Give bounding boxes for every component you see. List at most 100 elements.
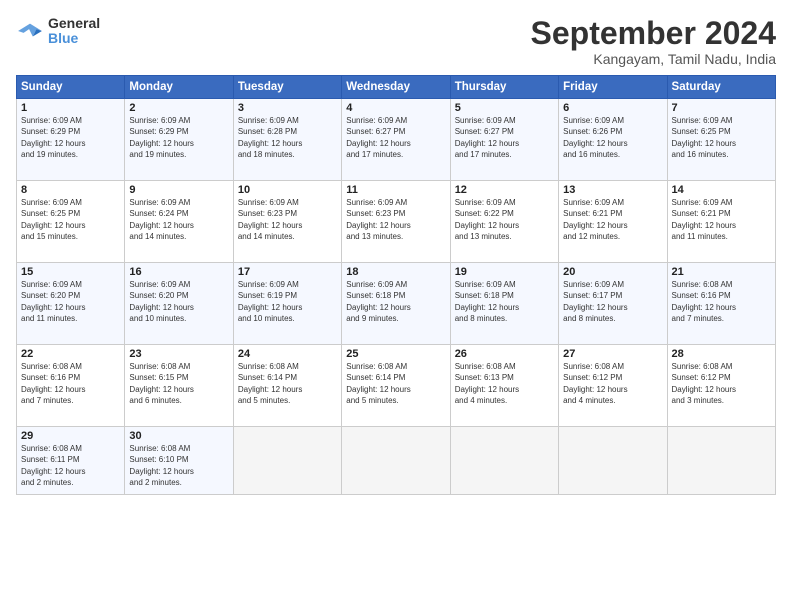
calendar-cell: 7Sunrise: 6:09 AM Sunset: 6:25 PM Daylig… bbox=[667, 99, 775, 181]
day-info: Sunrise: 6:08 AM Sunset: 6:11 PM Dayligh… bbox=[21, 443, 120, 488]
day-info: Sunrise: 6:09 AM Sunset: 6:18 PM Dayligh… bbox=[346, 279, 445, 324]
day-number: 14 bbox=[672, 184, 771, 196]
week-row-1: 1Sunrise: 6:09 AM Sunset: 6:29 PM Daylig… bbox=[17, 99, 776, 181]
day-info: Sunrise: 6:08 AM Sunset: 6:10 PM Dayligh… bbox=[129, 443, 228, 488]
day-number: 16 bbox=[129, 266, 228, 278]
day-info: Sunrise: 6:09 AM Sunset: 6:21 PM Dayligh… bbox=[672, 197, 771, 242]
day-number: 7 bbox=[672, 102, 771, 114]
logo-icon bbox=[16, 20, 44, 42]
calendar-cell: 2Sunrise: 6:09 AM Sunset: 6:29 PM Daylig… bbox=[125, 99, 233, 181]
day-info: Sunrise: 6:09 AM Sunset: 6:24 PM Dayligh… bbox=[129, 197, 228, 242]
day-info: Sunrise: 6:09 AM Sunset: 6:17 PM Dayligh… bbox=[563, 279, 662, 324]
day-info: Sunrise: 6:08 AM Sunset: 6:16 PM Dayligh… bbox=[672, 279, 771, 324]
day-number: 12 bbox=[455, 184, 554, 196]
col-header-friday: Friday bbox=[559, 76, 667, 99]
day-info: Sunrise: 6:09 AM Sunset: 6:23 PM Dayligh… bbox=[346, 197, 445, 242]
calendar-cell bbox=[342, 427, 450, 495]
day-info: Sunrise: 6:09 AM Sunset: 6:28 PM Dayligh… bbox=[238, 115, 337, 160]
day-info: Sunrise: 6:08 AM Sunset: 6:12 PM Dayligh… bbox=[563, 361, 662, 406]
calendar-cell: 26Sunrise: 6:08 AM Sunset: 6:13 PM Dayli… bbox=[450, 345, 558, 427]
calendar-cell: 20Sunrise: 6:09 AM Sunset: 6:17 PM Dayli… bbox=[559, 263, 667, 345]
day-info: Sunrise: 6:08 AM Sunset: 6:14 PM Dayligh… bbox=[346, 361, 445, 406]
calendar-cell: 29Sunrise: 6:08 AM Sunset: 6:11 PM Dayli… bbox=[17, 427, 125, 495]
day-info: Sunrise: 6:09 AM Sunset: 6:20 PM Dayligh… bbox=[129, 279, 228, 324]
day-number: 25 bbox=[346, 348, 445, 360]
day-info: Sunrise: 6:09 AM Sunset: 6:27 PM Dayligh… bbox=[455, 115, 554, 160]
calendar-cell: 1Sunrise: 6:09 AM Sunset: 6:29 PM Daylig… bbox=[17, 99, 125, 181]
day-info: Sunrise: 6:09 AM Sunset: 6:25 PM Dayligh… bbox=[672, 115, 771, 160]
day-number: 4 bbox=[346, 102, 445, 114]
week-row-3: 15Sunrise: 6:09 AM Sunset: 6:20 PM Dayli… bbox=[17, 263, 776, 345]
day-number: 19 bbox=[455, 266, 554, 278]
col-header-tuesday: Tuesday bbox=[233, 76, 341, 99]
title-block: September 2024 Kangayam, Tamil Nadu, Ind… bbox=[531, 16, 776, 67]
calendar-cell: 25Sunrise: 6:08 AM Sunset: 6:14 PM Dayli… bbox=[342, 345, 450, 427]
day-number: 24 bbox=[238, 348, 337, 360]
month-title: September 2024 bbox=[531, 16, 776, 51]
day-info: Sunrise: 6:09 AM Sunset: 6:21 PM Dayligh… bbox=[563, 197, 662, 242]
calendar-cell: 16Sunrise: 6:09 AM Sunset: 6:20 PM Dayli… bbox=[125, 263, 233, 345]
day-number: 5 bbox=[455, 102, 554, 114]
calendar-cell: 21Sunrise: 6:08 AM Sunset: 6:16 PM Dayli… bbox=[667, 263, 775, 345]
logo-text-line1: General bbox=[48, 16, 100, 31]
header-row: SundayMondayTuesdayWednesdayThursdayFrid… bbox=[17, 76, 776, 99]
calendar-cell: 11Sunrise: 6:09 AM Sunset: 6:23 PM Dayli… bbox=[342, 181, 450, 263]
day-number: 15 bbox=[21, 266, 120, 278]
day-number: 11 bbox=[346, 184, 445, 196]
day-number: 10 bbox=[238, 184, 337, 196]
day-number: 8 bbox=[21, 184, 120, 196]
calendar-cell: 24Sunrise: 6:08 AM Sunset: 6:14 PM Dayli… bbox=[233, 345, 341, 427]
day-number: 26 bbox=[455, 348, 554, 360]
week-row-5: 29Sunrise: 6:08 AM Sunset: 6:11 PM Dayli… bbox=[17, 427, 776, 495]
day-info: Sunrise: 6:09 AM Sunset: 6:22 PM Dayligh… bbox=[455, 197, 554, 242]
calendar-cell: 23Sunrise: 6:08 AM Sunset: 6:15 PM Dayli… bbox=[125, 345, 233, 427]
page: General Blue September 2024 Kangayam, Ta… bbox=[0, 0, 792, 612]
location-subtitle: Kangayam, Tamil Nadu, India bbox=[531, 51, 776, 67]
calendar-cell bbox=[233, 427, 341, 495]
col-header-sunday: Sunday bbox=[17, 76, 125, 99]
day-number: 22 bbox=[21, 348, 120, 360]
calendar-cell bbox=[559, 427, 667, 495]
logo-text-line2: Blue bbox=[48, 31, 100, 46]
day-number: 2 bbox=[129, 102, 228, 114]
day-number: 18 bbox=[346, 266, 445, 278]
calendar-cell: 14Sunrise: 6:09 AM Sunset: 6:21 PM Dayli… bbox=[667, 181, 775, 263]
day-number: 28 bbox=[672, 348, 771, 360]
calendar-cell: 17Sunrise: 6:09 AM Sunset: 6:19 PM Dayli… bbox=[233, 263, 341, 345]
calendar-cell: 18Sunrise: 6:09 AM Sunset: 6:18 PM Dayli… bbox=[342, 263, 450, 345]
calendar-cell: 22Sunrise: 6:08 AM Sunset: 6:16 PM Dayli… bbox=[17, 345, 125, 427]
calendar-table: SundayMondayTuesdayWednesdayThursdayFrid… bbox=[16, 75, 776, 495]
day-number: 17 bbox=[238, 266, 337, 278]
day-number: 6 bbox=[563, 102, 662, 114]
day-number: 9 bbox=[129, 184, 228, 196]
calendar-cell: 4Sunrise: 6:09 AM Sunset: 6:27 PM Daylig… bbox=[342, 99, 450, 181]
col-header-wednesday: Wednesday bbox=[342, 76, 450, 99]
day-info: Sunrise: 6:09 AM Sunset: 6:20 PM Dayligh… bbox=[21, 279, 120, 324]
calendar-cell: 28Sunrise: 6:08 AM Sunset: 6:12 PM Dayli… bbox=[667, 345, 775, 427]
calendar-cell: 15Sunrise: 6:09 AM Sunset: 6:20 PM Dayli… bbox=[17, 263, 125, 345]
calendar-cell bbox=[450, 427, 558, 495]
day-number: 30 bbox=[129, 430, 228, 442]
calendar-cell: 6Sunrise: 6:09 AM Sunset: 6:26 PM Daylig… bbox=[559, 99, 667, 181]
week-row-4: 22Sunrise: 6:08 AM Sunset: 6:16 PM Dayli… bbox=[17, 345, 776, 427]
calendar-cell: 12Sunrise: 6:09 AM Sunset: 6:22 PM Dayli… bbox=[450, 181, 558, 263]
week-row-2: 8Sunrise: 6:09 AM Sunset: 6:25 PM Daylig… bbox=[17, 181, 776, 263]
header: General Blue September 2024 Kangayam, Ta… bbox=[16, 16, 776, 67]
day-info: Sunrise: 6:08 AM Sunset: 6:15 PM Dayligh… bbox=[129, 361, 228, 406]
day-number: 13 bbox=[563, 184, 662, 196]
day-info: Sunrise: 6:08 AM Sunset: 6:16 PM Dayligh… bbox=[21, 361, 120, 406]
day-info: Sunrise: 6:08 AM Sunset: 6:14 PM Dayligh… bbox=[238, 361, 337, 406]
calendar-cell: 3Sunrise: 6:09 AM Sunset: 6:28 PM Daylig… bbox=[233, 99, 341, 181]
logo: General Blue bbox=[16, 16, 100, 47]
day-info: Sunrise: 6:09 AM Sunset: 6:25 PM Dayligh… bbox=[21, 197, 120, 242]
day-number: 21 bbox=[672, 266, 771, 278]
day-info: Sunrise: 6:09 AM Sunset: 6:29 PM Dayligh… bbox=[21, 115, 120, 160]
calendar-cell: 5Sunrise: 6:09 AM Sunset: 6:27 PM Daylig… bbox=[450, 99, 558, 181]
calendar-cell: 19Sunrise: 6:09 AM Sunset: 6:18 PM Dayli… bbox=[450, 263, 558, 345]
day-info: Sunrise: 6:09 AM Sunset: 6:19 PM Dayligh… bbox=[238, 279, 337, 324]
day-info: Sunrise: 6:09 AM Sunset: 6:27 PM Dayligh… bbox=[346, 115, 445, 160]
calendar-cell: 13Sunrise: 6:09 AM Sunset: 6:21 PM Dayli… bbox=[559, 181, 667, 263]
col-header-saturday: Saturday bbox=[667, 76, 775, 99]
calendar-cell: 9Sunrise: 6:09 AM Sunset: 6:24 PM Daylig… bbox=[125, 181, 233, 263]
calendar-cell: 10Sunrise: 6:09 AM Sunset: 6:23 PM Dayli… bbox=[233, 181, 341, 263]
